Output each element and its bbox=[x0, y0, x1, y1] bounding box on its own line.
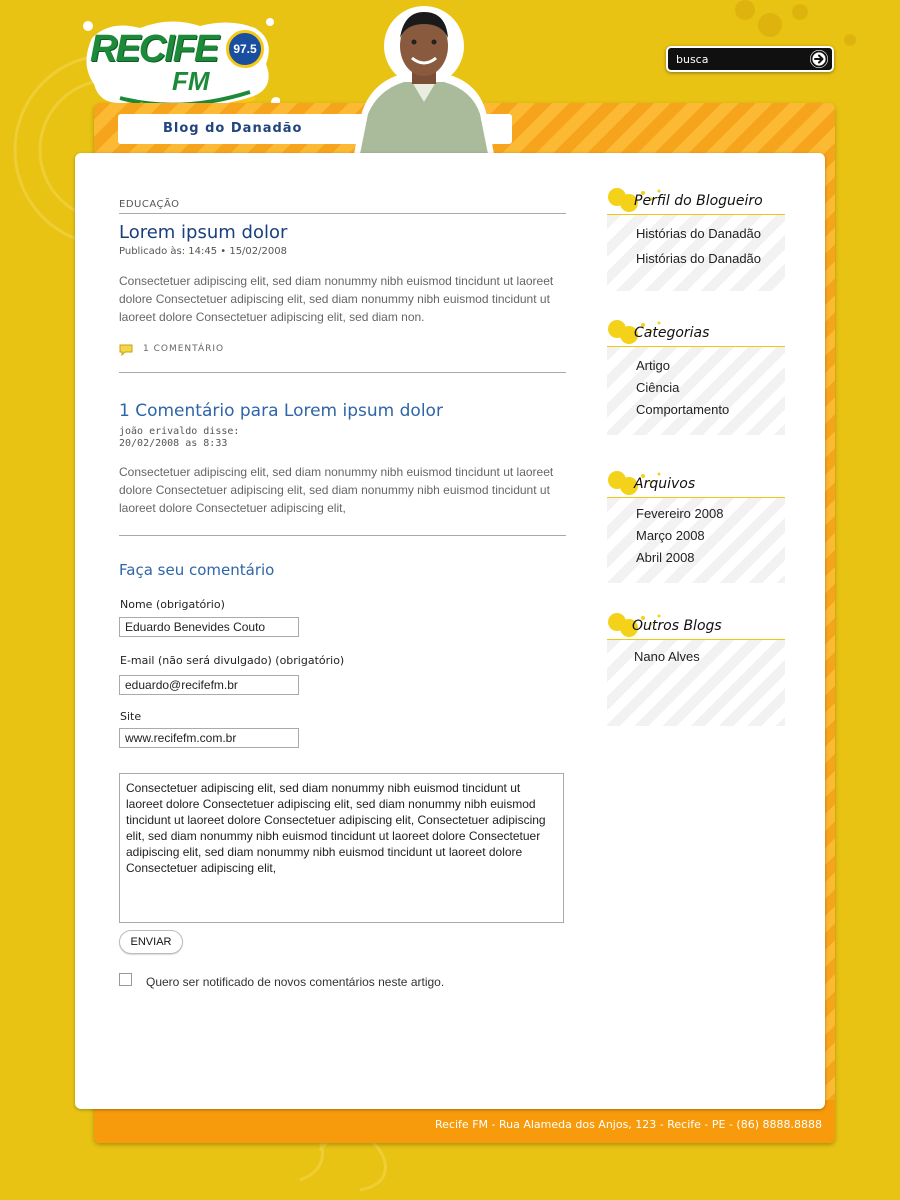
notify-label: Quero ser notificado de novos comentário… bbox=[146, 975, 445, 989]
search-submit-button[interactable] bbox=[810, 50, 828, 68]
comment-date: 20/02/2008 as 8:33 bbox=[119, 438, 228, 449]
sidebar-item-abril-2008[interactable]: Abril 2008 bbox=[636, 547, 785, 569]
logo-frequency-badge: 97.5 bbox=[226, 30, 264, 68]
name-label: Nome (obrigatório) bbox=[120, 598, 225, 611]
site-label: Site bbox=[120, 710, 142, 723]
widget-categorias: Categorias Artigo Ciência Comportamento bbox=[607, 317, 785, 435]
comments-title: 1 Comentário para Lorem ipsum dolor bbox=[119, 401, 443, 421]
email-label: E-mail (não será divulgado) (obrigatório… bbox=[120, 654, 345, 667]
arrow-right-circle-icon bbox=[810, 50, 828, 68]
widget-title: Outros Blogs bbox=[632, 618, 722, 634]
sidebar-item-historias[interactable]: Histórias do Danadão bbox=[636, 248, 785, 270]
comment-textarea[interactable]: Consectetuer adipiscing elit, sed diam n… bbox=[119, 773, 564, 923]
post-body: Consectetuer adipiscing elit, sed diam n… bbox=[119, 274, 554, 324]
post-title[interactable]: Lorem ipsum dolor bbox=[119, 222, 287, 243]
post-meta: Publicado às: 14:45 • 15/02/2008 bbox=[119, 246, 287, 257]
logo-fm-text: FM bbox=[172, 66, 210, 96]
submit-button[interactable]: ENVIAR bbox=[119, 930, 183, 954]
comment-count-label: 1 COMENTÁRIO bbox=[143, 344, 225, 354]
widget-arquivos: Arquivos Fevereiro 2008 Março 2008 Abril… bbox=[607, 468, 785, 583]
widget-title: Categorias bbox=[634, 325, 710, 341]
post-category[interactable]: EDUCAÇÃO bbox=[119, 199, 180, 210]
comment-form-title: Faça seu comentário bbox=[119, 561, 275, 579]
divider bbox=[119, 372, 566, 373]
divider bbox=[119, 213, 566, 214]
sidebar-item-historias[interactable]: Histórias do Danadão bbox=[636, 223, 785, 245]
sidebar-item-artigo[interactable]: Artigo bbox=[636, 355, 785, 377]
comment-author: joão erivaldo disse: bbox=[119, 426, 240, 437]
recife-fm-logo[interactable]: RECIFE FM 97.5 bbox=[80, 14, 280, 114]
sidebar-item-ciencia[interactable]: Ciência bbox=[636, 377, 785, 399]
widget-title: Arquivos bbox=[634, 476, 696, 492]
sidebar-item-fevereiro-2008[interactable]: Fevereiro 2008 bbox=[636, 503, 785, 525]
notify-checkbox[interactable] bbox=[119, 973, 132, 986]
blogger-photo bbox=[354, 6, 494, 154]
speech-bubble-icon bbox=[119, 344, 133, 356]
search-box bbox=[666, 46, 834, 72]
search-input[interactable] bbox=[676, 51, 806, 67]
widget-perfil: Perfil do Blogueiro Histórias do Danadão… bbox=[607, 185, 785, 291]
sidebar-item-comportamento[interactable]: Comportamento bbox=[636, 399, 785, 421]
blog-title: Blog do Danadão bbox=[163, 121, 303, 136]
logo-recife-text: RECIFE bbox=[90, 28, 219, 70]
comment-text: Consectetuer adipiscing elit, sed diam n… bbox=[119, 465, 554, 515]
email-field[interactable] bbox=[119, 675, 299, 695]
widget-title: Perfil do Blogueiro bbox=[634, 193, 763, 209]
name-field[interactable] bbox=[119, 617, 299, 637]
widget-outros-blogs: Outros Blogs Nano Alves bbox=[607, 610, 785, 726]
sidebar-item-marco-2008[interactable]: Março 2008 bbox=[636, 525, 785, 547]
site-field[interactable] bbox=[119, 728, 299, 748]
sidebar-item-nano-alves[interactable]: Nano Alves bbox=[634, 646, 785, 668]
divider bbox=[119, 535, 566, 536]
footer-address: Recife FM - Rua Alameda dos Anjos, 123 -… bbox=[435, 1118, 822, 1131]
